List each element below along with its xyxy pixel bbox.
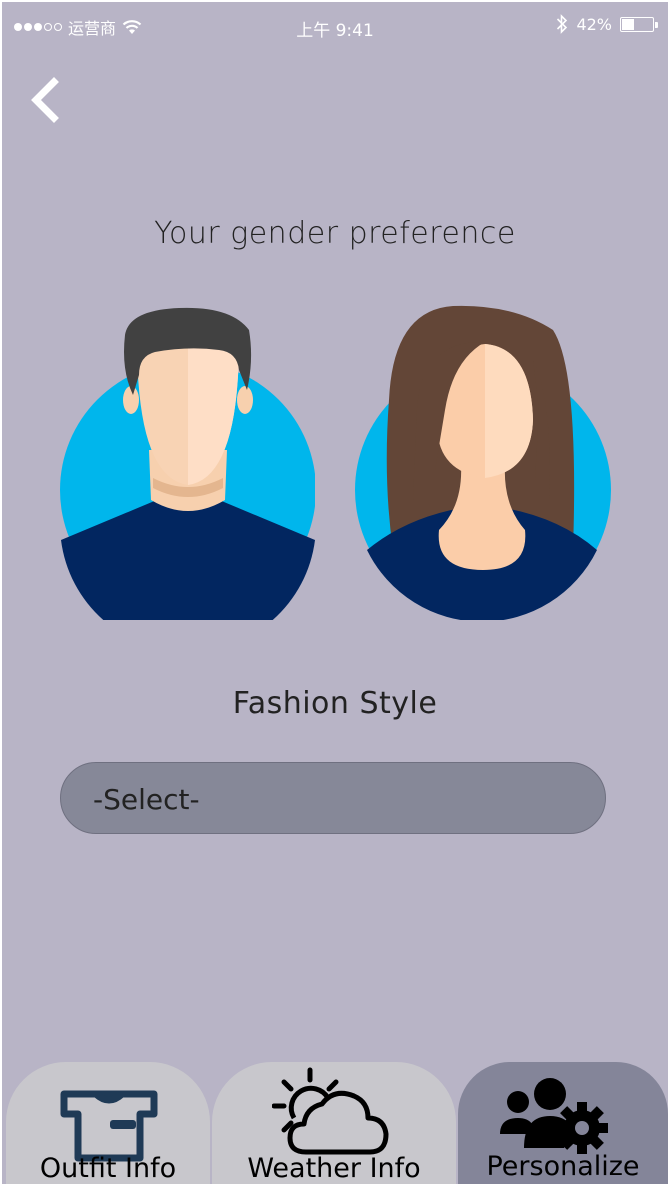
female-avatar-icon <box>355 305 611 620</box>
page-title: Your gender preference <box>154 216 516 251</box>
tab-weather-info[interactable]: Weather Info <box>212 1062 456 1184</box>
fashion-style-label: Fashion Style <box>232 686 438 721</box>
male-avatar-option[interactable] <box>59 300 317 620</box>
female-avatar-option[interactable] <box>353 300 611 620</box>
users-gear-icon <box>500 1078 608 1154</box>
back-button[interactable] <box>24 74 68 124</box>
tab-outfit-info[interactable]: Outfit Info <box>6 1062 210 1184</box>
status-bar: 运营商 上午 9:41 42% <box>2 2 668 42</box>
bluetooth-icon <box>557 14 568 34</box>
battery-icon <box>620 16 658 32</box>
tab-personalize-label: Personalize <box>486 1151 640 1182</box>
select-value: -Select- <box>93 783 200 816</box>
male-avatar-icon <box>60 307 315 620</box>
tab-outfit-label: Outfit Info <box>39 1153 177 1184</box>
screen: 运营商 上午 9:41 42% Your gender preference F… <box>2 2 668 1184</box>
tshirt-icon <box>60 1090 158 1162</box>
chevron-left-icon <box>31 77 59 123</box>
sun-cloud-icon <box>272 1067 389 1155</box>
status-right: 42% <box>556 14 658 34</box>
tab-personalize[interactable]: Personalize <box>458 1062 668 1184</box>
tab-weather-label: Weather Info <box>247 1153 421 1184</box>
battery-percent: 42% <box>576 14 612 34</box>
fashion-style-select[interactable]: -Select- <box>60 762 606 834</box>
